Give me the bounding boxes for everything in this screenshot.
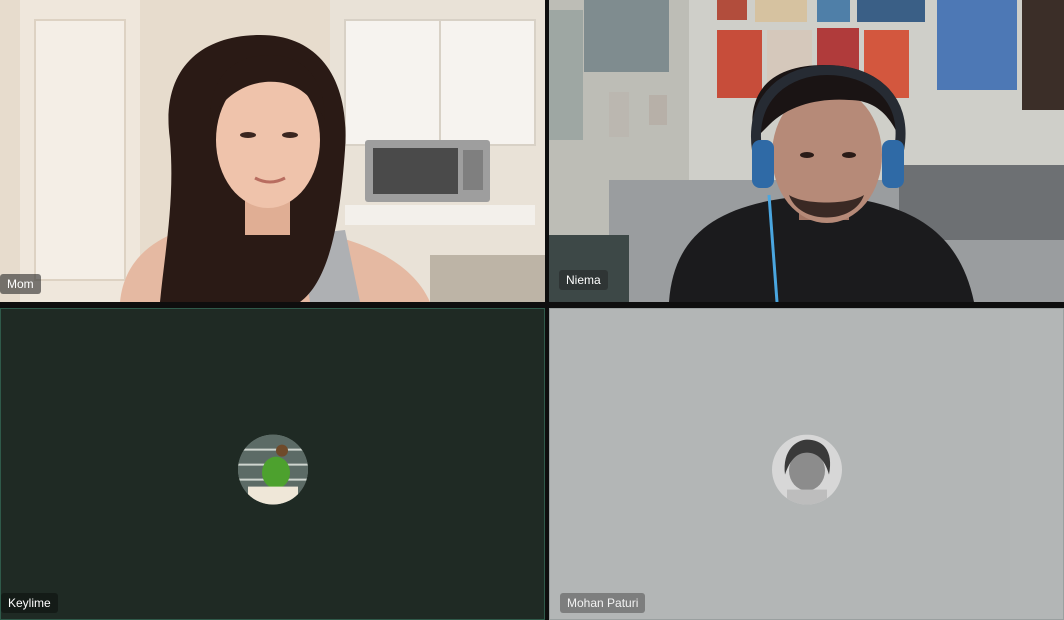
participant-tile-keylime[interactable]: Keylime — [0, 308, 545, 620]
video-call-grid: Mom Niema Keylime Mohan Paturi — [0, 0, 1064, 620]
participant-tile-niema[interactable]: Niema — [549, 0, 1064, 302]
participant-video-niema — [549, 0, 1064, 302]
participant-tile-mohan-paturi[interactable]: Mohan Paturi — [549, 308, 1064, 620]
participant-tile-mom[interactable]: Mom — [0, 0, 545, 302]
avatar — [237, 434, 308, 505]
participant-video-mom — [0, 0, 545, 302]
participant-name-label: Niema — [559, 270, 608, 290]
participant-name-label: Keylime — [1, 593, 58, 613]
avatar — [771, 434, 842, 505]
participant-name-label: Mom — [0, 274, 41, 294]
participant-name-label: Mohan Paturi — [560, 593, 646, 613]
